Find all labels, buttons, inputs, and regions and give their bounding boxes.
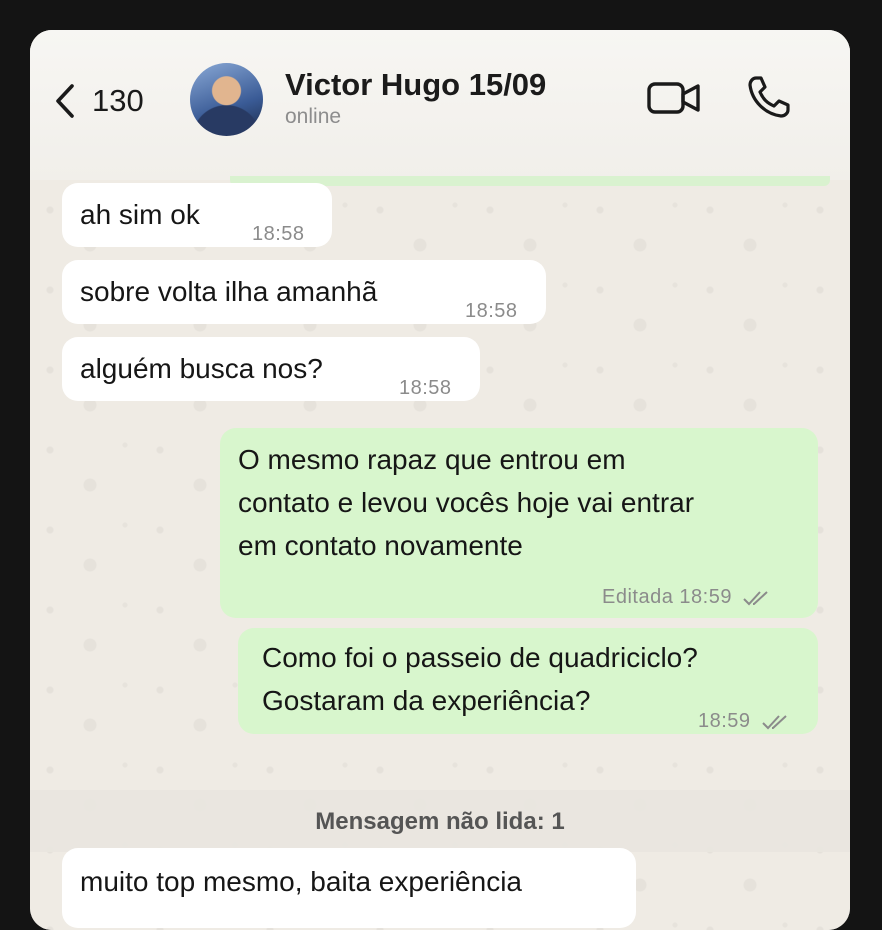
unread-messages-label: Mensagem não lida: 1 [315, 808, 565, 835]
message-time: 18:59 [679, 586, 732, 608]
message-text: sobre volta ilha amanhã [80, 276, 378, 307]
video-call-icon[interactable] [647, 78, 701, 118]
chevron-left-icon [56, 84, 74, 118]
message-line: Como foi o passeio de quadriciclo? [262, 642, 698, 673]
chat-header: 130 Victor Hugo 15/09 online [30, 30, 850, 180]
message-line: contato e levou vocês hoje vai entrar [238, 487, 695, 518]
message-text: ah sim ok [80, 199, 200, 230]
double-check-icon [761, 714, 787, 730]
message-text: O mesmo rapaz que entrou em contato e le… [238, 438, 694, 567]
message-bubble-outgoing[interactable]: Como foi o passeio de quadriciclo? Gosta… [238, 628, 818, 734]
message-text: muito top mesmo, baita experiência [80, 866, 522, 897]
message-line: Gostaram da experiência? [262, 685, 591, 716]
message-meta: Editada 18:59 [602, 576, 772, 619]
back-button[interactable]: 130 [52, 82, 144, 120]
message-meta: 18:59 [698, 700, 791, 743]
message-time: 18:58 [465, 300, 518, 322]
contact-avatar[interactable] [190, 63, 263, 136]
chat-window: 130 Victor Hugo 15/09 online ah sim ok 1… [30, 30, 850, 930]
message-bubble-incoming[interactable]: ah sim ok 18:58 [62, 183, 332, 247]
message-text: Como foi o passeio de quadriciclo? Gosta… [262, 636, 698, 722]
message-bubble-incoming[interactable]: alguém busca nos? 18:58 [62, 337, 480, 401]
message-line: O mesmo rapaz que entrou em [238, 444, 626, 475]
message-time: 18:59 [698, 710, 751, 732]
message-bubble-incoming[interactable]: sobre volta ilha amanhã 18:58 [62, 260, 546, 324]
unread-messages-banner: Mensagem não lida: 1 [30, 790, 850, 852]
message-time: 18:58 [252, 223, 305, 245]
phone-call-icon[interactable] [746, 74, 792, 120]
message-bubble-incoming[interactable]: muito top mesmo, baita experiência [62, 848, 636, 928]
message-time: 18:58 [399, 377, 452, 399]
unread-chats-count: 130 [92, 83, 144, 118]
message-bubble-outgoing[interactable]: O mesmo rapaz que entrou em contato e le… [220, 428, 818, 618]
double-check-icon [743, 590, 768, 606]
message-text: alguém busca nos? [80, 353, 323, 384]
message-line: em contato novamente [238, 530, 523, 561]
contact-name[interactable]: Victor Hugo 15/09 [285, 67, 546, 103]
edited-label: Editada [602, 586, 674, 608]
contact-status: online [285, 105, 342, 128]
